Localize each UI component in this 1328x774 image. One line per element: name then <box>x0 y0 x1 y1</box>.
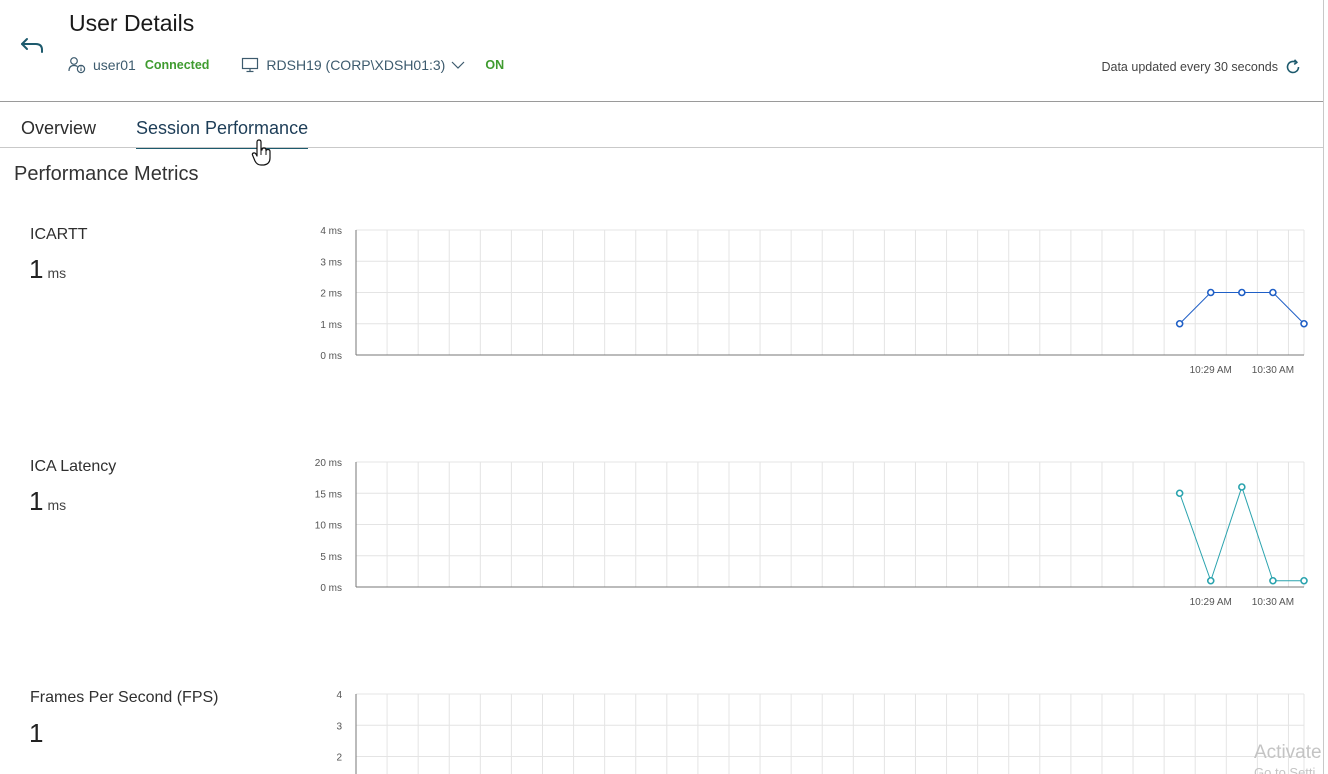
monitor-icon <box>242 57 259 73</box>
data-point <box>1269 576 1277 585</box>
metric-number: 1 <box>29 718 44 748</box>
data-point <box>1206 288 1215 297</box>
y-tick-label: 5 ms <box>320 552 342 563</box>
y-tick-label: 2 <box>336 753 342 764</box>
icartt-chart: 0 ms 1 ms 2 ms 3 ms 4 ms 10:29 AM 10:30 AM <box>320 226 1308 376</box>
header-divider <box>0 101 1323 102</box>
hand-cursor-icon <box>251 139 271 166</box>
metric-unit: ms <box>47 497 67 513</box>
y-tick-label: 4 <box>336 690 342 701</box>
data-point <box>1206 576 1215 585</box>
metric-label-fps: Frames Per Second (FPS) <box>30 689 219 706</box>
y-tick-label: 0 ms <box>320 583 342 594</box>
data-update-info: Data updated every 30 seconds <box>1101 58 1302 76</box>
tab-overview[interactable]: Overview <box>21 118 96 147</box>
metric-label-ica-latency: ICA Latency <box>30 458 117 475</box>
metric-value-ica-latency: 1 ms <box>29 486 66 517</box>
y-tick-label: 0 ms <box>320 351 342 362</box>
data-point <box>1300 319 1308 328</box>
x-tick-label: 10:30 AM <box>1252 597 1294 608</box>
series-line <box>1179 485 1304 583</box>
metric-label-icartt: ICARTT <box>30 226 88 243</box>
connection-status: Connected <box>144 58 210 72</box>
data-point <box>1300 576 1308 585</box>
page-title: User Details <box>69 10 195 36</box>
scrollbar-edge <box>1323 0 1324 774</box>
metric-unit: ms <box>47 265 67 281</box>
back-arrow-icon <box>21 38 43 53</box>
ica-latency-chart: 0 ms 5 ms 10 ms 15 ms 20 ms 10:29 AM 10:30 AM <box>315 458 1308 608</box>
chevron-down-icon[interactable] <box>451 60 465 70</box>
metric-number: 1 <box>29 486 44 516</box>
user-name: user01 <box>93 57 136 73</box>
x-tick-label: 10:30 AM <box>1252 365 1294 376</box>
y-tick-label: 10 ms <box>315 521 342 532</box>
activation-watermark: Activate <box>1254 742 1322 763</box>
session-meta: user01 Connected RDSH19 (CORP\XDSH01:3) … <box>68 55 504 75</box>
x-tick-label: 10:29 AM <box>1190 365 1232 376</box>
series-line <box>1179 292 1305 325</box>
metric-value-icartt: 1 ms <box>29 254 66 285</box>
refresh-icon[interactable] <box>1284 58 1302 76</box>
tabs-divider <box>0 147 1323 148</box>
page: User Details user01 Connected RDSH19 (CO… <box>0 0 1328 774</box>
data-point <box>1175 319 1184 328</box>
y-tick-label: 3 ms <box>320 257 342 268</box>
back-button[interactable] <box>18 33 48 61</box>
data-point <box>1175 489 1184 498</box>
data-point <box>1238 288 1246 297</box>
y-tick-label: 3 <box>336 721 342 732</box>
data-point <box>1238 483 1246 491</box>
section-title: Performance Metrics <box>14 163 199 185</box>
machine-name[interactable]: RDSH19 (CORP\XDSH01:3) <box>266 57 445 73</box>
y-tick-label: 4 ms <box>320 226 342 237</box>
y-tick-label: 20 ms <box>315 458 342 469</box>
data-point <box>1269 288 1277 297</box>
fps-chart: 2 3 4 <box>336 690 1305 774</box>
metric-value-fps: 1 <box>29 718 43 749</box>
x-tick-label: 10:29 AM <box>1190 597 1232 608</box>
machine-status: ON <box>485 58 505 72</box>
metric-number: 1 <box>29 254 44 284</box>
y-tick-label: 1 ms <box>320 320 342 331</box>
user-info-icon <box>68 57 86 74</box>
activation-watermark-sub: Go to Setti <box>1254 765 1316 774</box>
tab-session-performance[interactable]: Session Performance <box>136 118 309 149</box>
y-tick-label: 15 ms <box>315 489 342 500</box>
y-tick-label: 2 ms <box>320 289 342 300</box>
update-text: Data updated every 30 seconds <box>1101 60 1278 74</box>
